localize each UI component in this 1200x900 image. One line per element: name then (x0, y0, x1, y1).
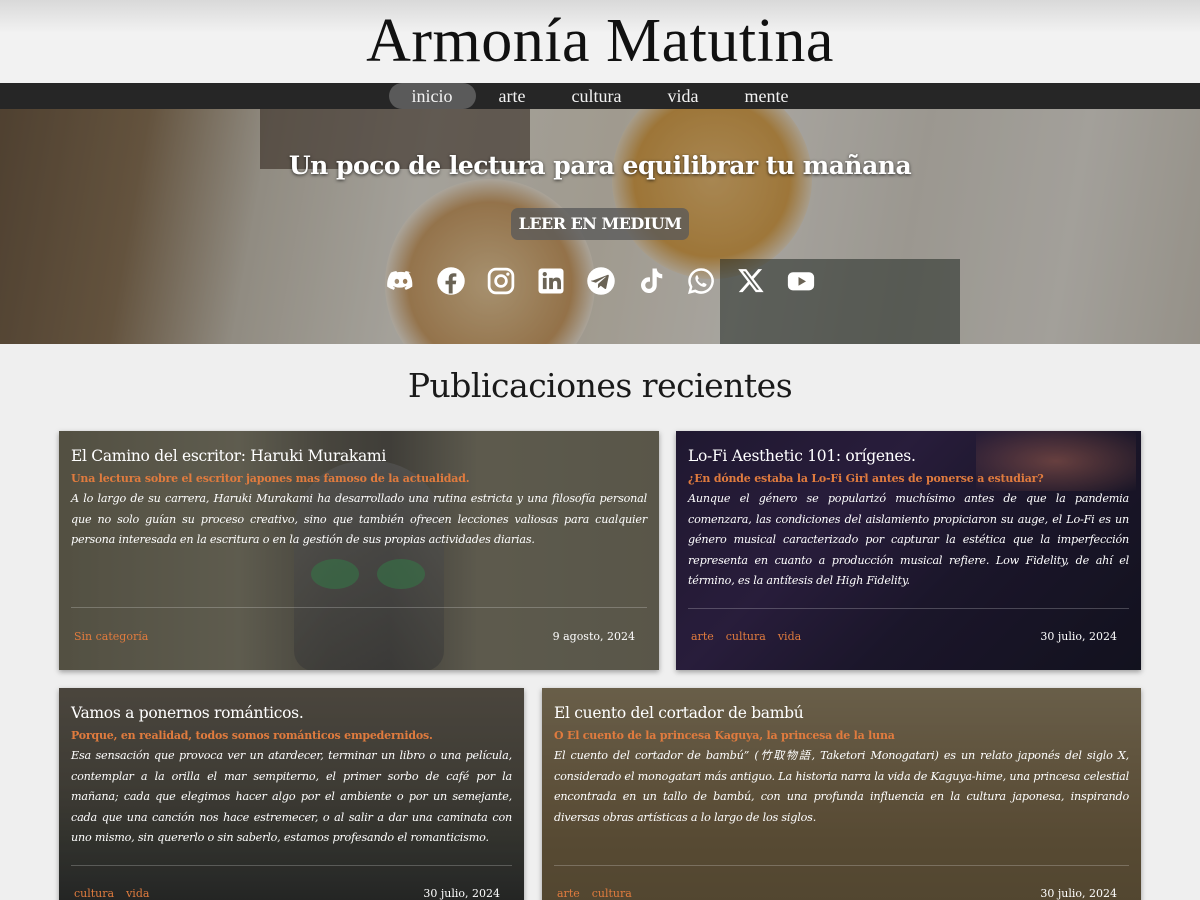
site-title[interactable]: Armonía Matutina (0, 0, 1200, 83)
post-tag[interactable]: cultura (74, 887, 114, 900)
post-subtitle: ¿En dónde estaba la Lo-Fi Girl antes de … (688, 472, 1044, 485)
post-excerpt: Aunque el género se popularizó muchísimo… (688, 492, 1129, 587)
tiktok-icon[interactable] (636, 266, 666, 296)
post-tags: arte cultura (557, 887, 632, 900)
instagram-icon[interactable] (486, 266, 516, 296)
post-date: 9 agosto, 2024 (552, 630, 635, 643)
read-on-medium-button[interactable]: LEER EN MEDIUM (511, 208, 689, 240)
site-header: Armonía Matutina (0, 0, 1200, 83)
card-divider (71, 607, 647, 608)
nav-item-mente[interactable]: mente (721, 83, 811, 109)
post-meta: arte cultura vida 30 julio, 2024 (691, 630, 1117, 643)
card-divider (688, 608, 1129, 609)
telegram-icon[interactable] (586, 266, 616, 296)
discord-icon[interactable] (386, 266, 416, 296)
post-tag[interactable]: Sin categoría (74, 630, 148, 643)
post-tags: arte cultura vida (691, 630, 801, 643)
post-excerpt: El cuento del cortador de bambú” (竹取物語, … (554, 749, 1129, 824)
post-tag[interactable]: vida (126, 887, 149, 900)
post-tags: cultura vida (74, 887, 149, 900)
whatsapp-icon[interactable] (686, 266, 716, 296)
post-tag[interactable]: arte (557, 887, 580, 900)
post-title[interactable]: El cuento del cortador de bambú (554, 704, 1129, 722)
post-subtitle: O El cuento de la princesa Kaguya, la pr… (554, 729, 895, 742)
nav-item-cultura[interactable]: cultura (549, 83, 645, 109)
post-tag[interactable]: vida (778, 630, 801, 643)
nav-item-vida[interactable]: vida (644, 83, 721, 109)
post-tag[interactable]: arte (691, 630, 714, 643)
post-excerpt: A lo largo de su carrera, Haruki Murakam… (71, 492, 647, 546)
card-divider (554, 865, 1129, 866)
post-date: 30 julio, 2024 (1040, 887, 1117, 900)
post-tag[interactable]: cultura (592, 887, 632, 900)
youtube-icon[interactable] (786, 266, 816, 296)
social-links (386, 266, 816, 296)
post-meta: arte cultura 30 julio, 2024 (557, 887, 1117, 900)
main-nav: inicio arte cultura vida mente (0, 83, 1200, 109)
post-title[interactable]: El Camino del escritor: Haruki Murakami (71, 447, 647, 465)
post-subtitle: Porque, en realidad, todos somos románti… (71, 729, 433, 742)
recent-posts-heading: Publicaciones recientes (407, 366, 793, 405)
post-card-bambu[interactable]: El cuento del cortador de bambú O El cue… (542, 688, 1141, 900)
post-title[interactable]: Vamos a ponernos románticos. (71, 704, 512, 722)
hero-banner: Un poco de lectura para equilibrar tu ma… (0, 109, 1200, 344)
post-tags: Sin categoría (74, 630, 148, 643)
nav-item-arte[interactable]: arte (476, 83, 549, 109)
post-meta: cultura vida 30 julio, 2024 (74, 887, 500, 900)
post-date: 30 julio, 2024 (423, 887, 500, 900)
post-card-lofi[interactable]: Lo-Fi Aesthetic 101: orígenes. ¿En dónde… (676, 431, 1141, 670)
post-title[interactable]: Lo-Fi Aesthetic 101: orígenes. (688, 447, 1129, 465)
post-date: 30 julio, 2024 (1040, 630, 1117, 643)
card-divider (71, 865, 512, 866)
post-card-murakami[interactable]: El Camino del escritor: Haruki Murakami … (59, 431, 659, 670)
x-icon[interactable] (736, 266, 766, 296)
post-card-romanticos[interactable]: Vamos a ponernos románticos. Porque, en … (59, 688, 524, 900)
post-meta: Sin categoría 9 agosto, 2024 (74, 630, 635, 643)
linkedin-icon[interactable] (536, 266, 566, 296)
post-tag[interactable]: cultura (726, 630, 766, 643)
post-subtitle: Una lectura sobre el escritor japones ma… (71, 472, 470, 485)
hero-tagline: Un poco de lectura para equilibrar tu ma… (288, 151, 912, 180)
facebook-icon[interactable] (436, 266, 466, 296)
nav-item-inicio[interactable]: inicio (388, 83, 476, 109)
post-excerpt: Esa sensación que provoca ver un atardec… (71, 749, 512, 844)
